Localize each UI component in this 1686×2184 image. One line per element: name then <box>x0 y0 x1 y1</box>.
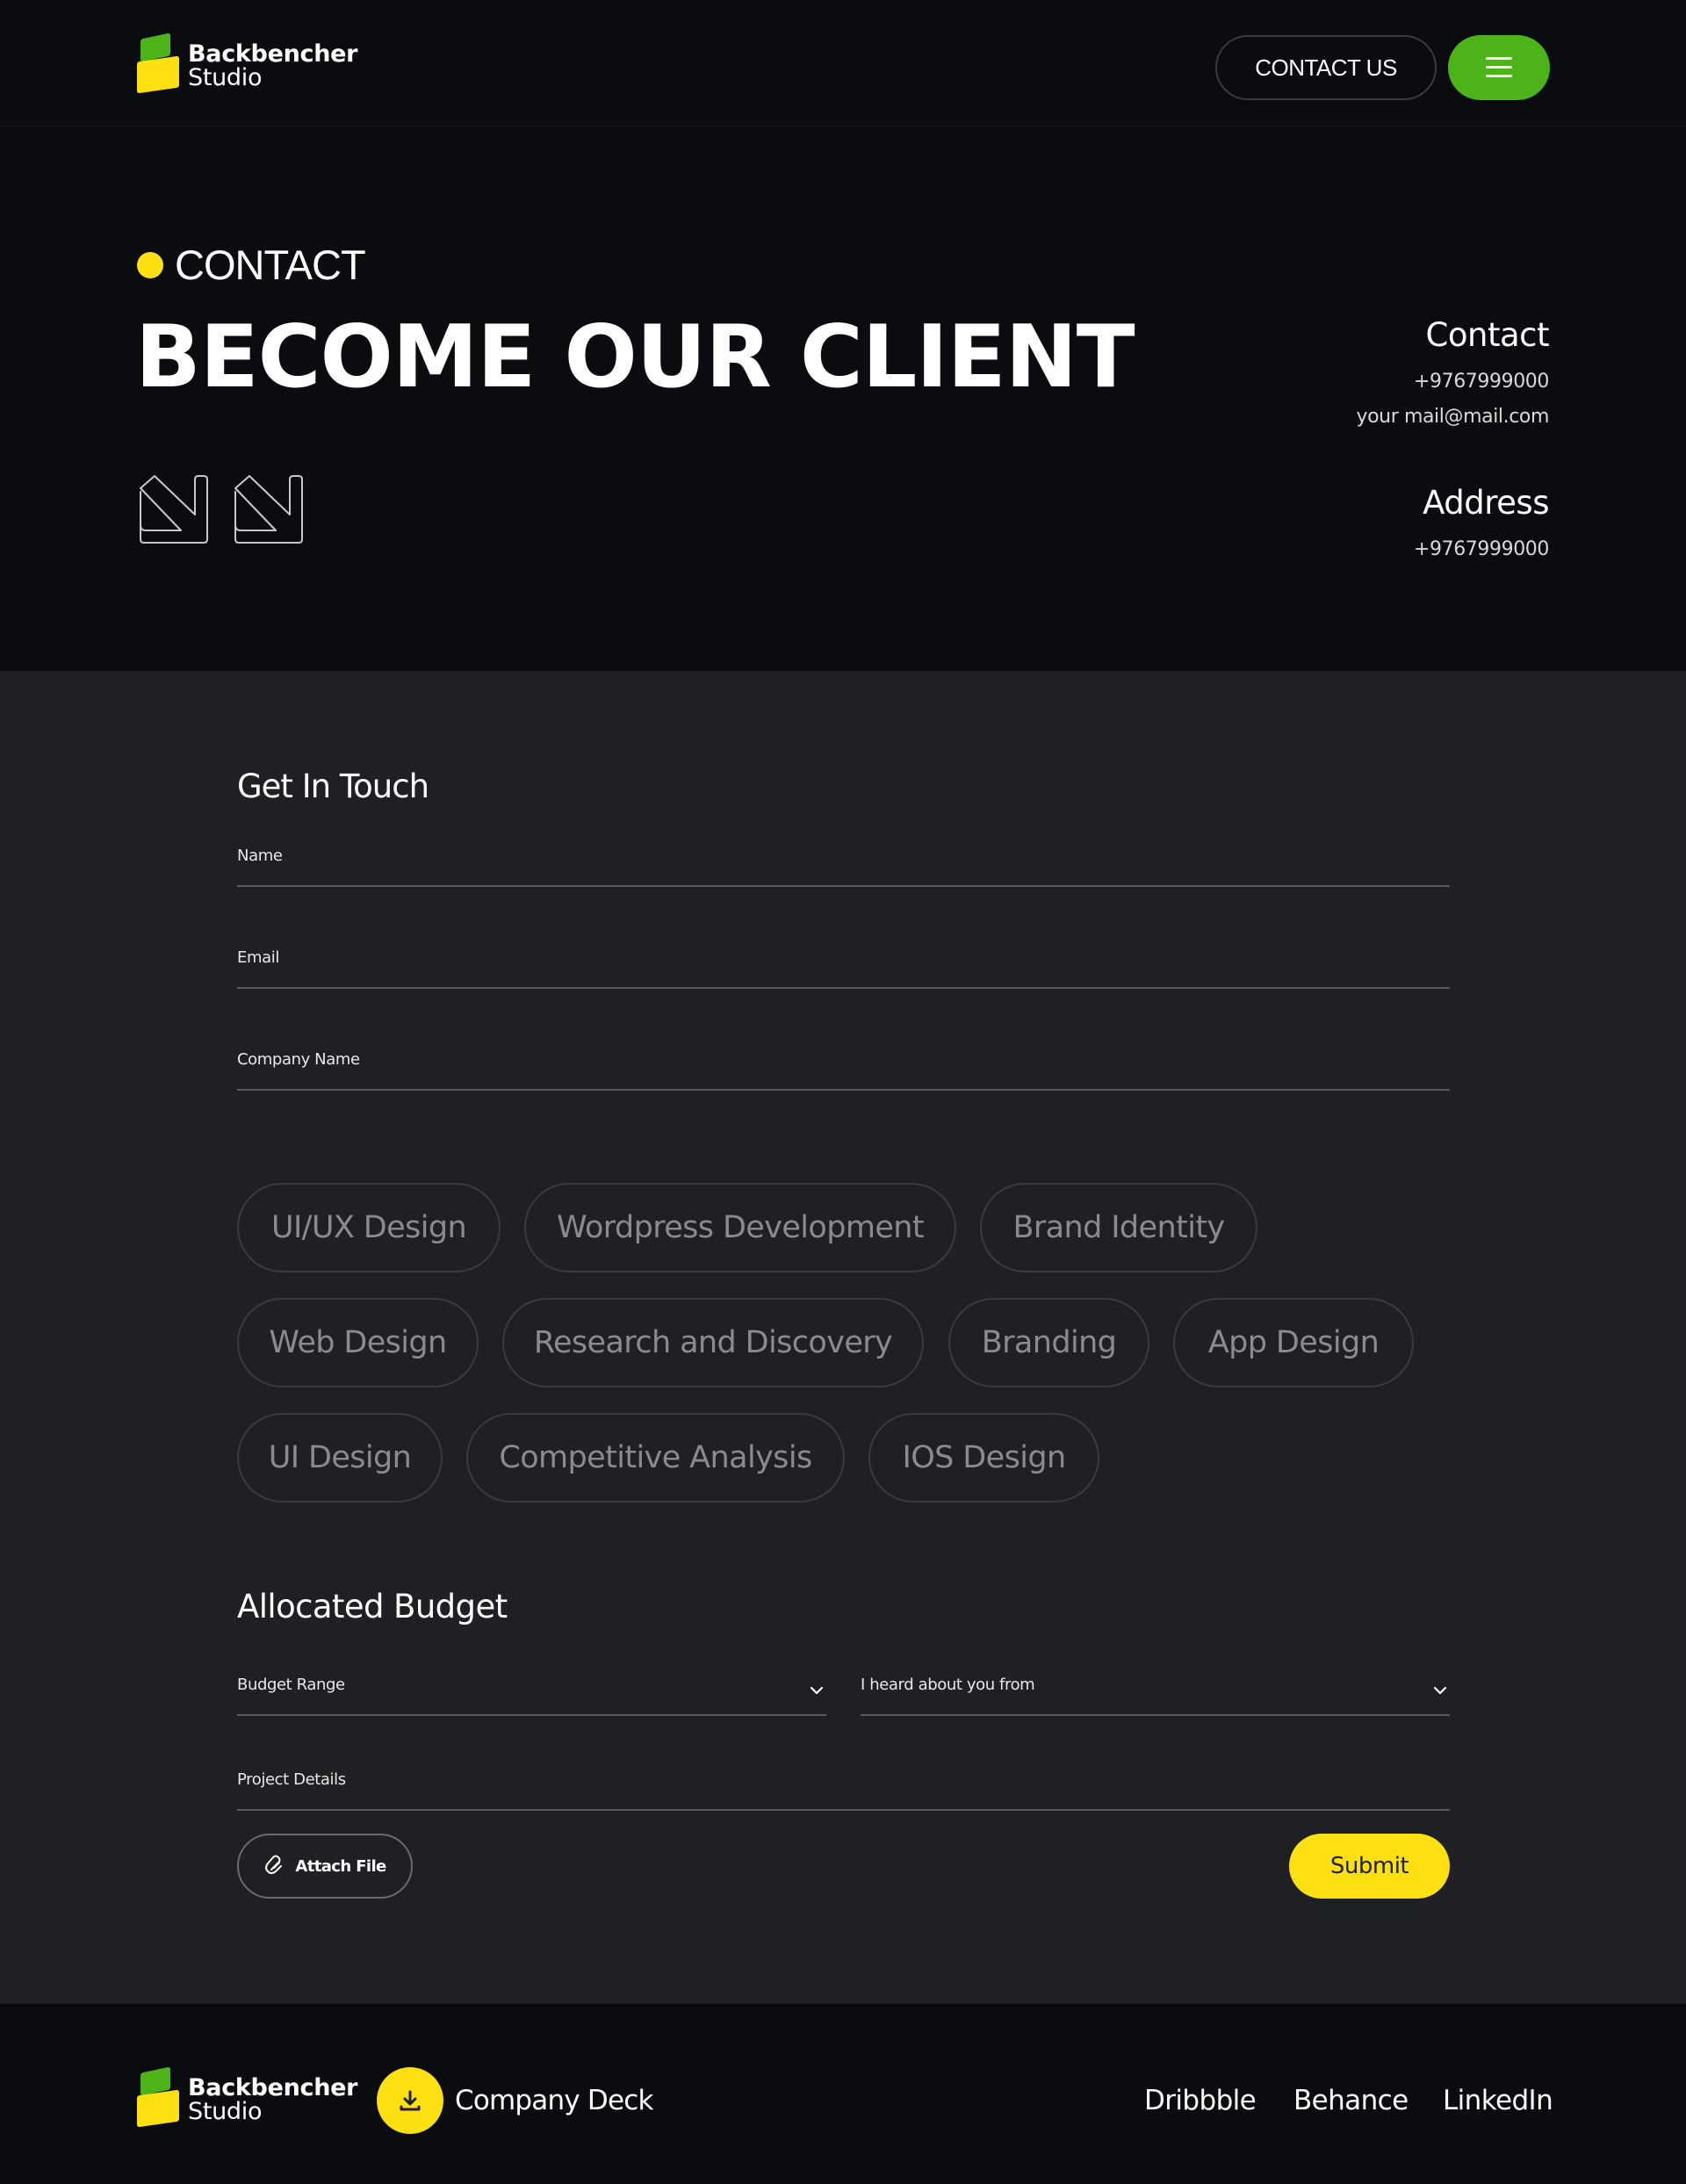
hamburger-icon <box>1486 57 1512 78</box>
brand-logo[interactable]: Backbencher Studio <box>137 32 357 96</box>
contact-email[interactable]: your mail@mail.com <box>1356 400 1549 435</box>
section-eyebrow: CONTACT <box>137 241 366 289</box>
contact-heading: Contact <box>1425 316 1550 354</box>
site-header: Backbencher Studio CONTACT US <box>0 0 1686 126</box>
page-title: BECOME OUR CLIENT <box>135 307 1135 407</box>
eyebrow-label: CONTACT <box>175 241 366 288</box>
yellow-dot-icon <box>137 251 163 278</box>
arrow-down-right-icon <box>234 475 303 544</box>
chevron-down-icon <box>810 1686 824 1695</box>
service-chip[interactable]: IOS Design <box>868 1413 1099 1503</box>
attach-file-label: Attach File <box>295 1856 386 1876</box>
service-chip[interactable]: UI/UX Design <box>237 1183 501 1272</box>
heard-from-label: I heard about you from <box>861 1676 1035 1694</box>
project-details-label: Project Details <box>237 1770 346 1789</box>
brand-name-line2: Studio <box>188 2098 263 2125</box>
attach-file-button[interactable]: Attach File <box>237 1834 413 1899</box>
name-field-label: Name <box>237 847 283 865</box>
download-icon <box>377 2067 443 2134</box>
footer-brand-logo[interactable]: Backbencher Studio <box>137 2066 357 2130</box>
get-in-touch-heading: Get In Touch <box>237 768 429 805</box>
site-footer: Backbencher Studio Company Deck Dribbble… <box>0 2004 1686 2184</box>
contact-form-section: Get In Touch Name Email Company Name UI/… <box>0 671 1686 2004</box>
heard-from-select[interactable]: I heard about you from <box>861 1676 1450 1716</box>
service-chip[interactable]: Competitive Analysis <box>466 1413 845 1503</box>
company-name-field-label: Company Name <box>237 1050 360 1069</box>
footer-brand-name: Backbencher Studio <box>188 2076 357 2123</box>
arrow-down-right-icon <box>140 475 208 544</box>
name-field[interactable]: Name <box>237 847 1450 887</box>
brand-name-line1: Backbencher <box>188 40 358 68</box>
hero-section: CONTACT BECOME OUR CLIENT Contact +97679… <box>0 126 1686 671</box>
submit-button[interactable]: Submit <box>1289 1834 1450 1899</box>
behance-link[interactable]: Behance <box>1293 2085 1409 2116</box>
email-field-label: Email <box>237 948 279 967</box>
project-details-field[interactable]: Project Details <box>237 1770 1450 1811</box>
address-heading: Address <box>1423 484 1549 522</box>
service-chip[interactable]: Wordpress Development <box>524 1183 956 1272</box>
budget-range-label: Budget Range <box>237 1676 345 1694</box>
allocated-budget-heading: Allocated Budget <box>237 1588 508 1625</box>
menu-button[interactable] <box>1448 35 1550 100</box>
logo-mark-icon <box>137 2066 186 2130</box>
linkedin-link[interactable]: LinkedIn <box>1443 2085 1553 2116</box>
service-chip[interactable]: UI Design <box>237 1413 443 1503</box>
brand-name-line1: Backbencher <box>188 2074 358 2101</box>
brand-name-line2: Studio <box>188 64 263 91</box>
budget-range-select[interactable]: Budget Range <box>237 1676 826 1716</box>
service-chip[interactable]: App Design <box>1173 1298 1414 1388</box>
contact-info-block: Contact +9767999000 your mail@mail.com A… <box>1356 316 1549 567</box>
brand-name: Backbencher Studio <box>188 42 357 90</box>
company-name-field[interactable]: Company Name <box>237 1050 1450 1091</box>
address-value: +9767999000 <box>1413 538 1549 560</box>
paperclip-icon <box>265 1855 283 1874</box>
service-chip[interactable]: Research and Discovery <box>502 1298 924 1388</box>
service-chip[interactable]: Web Design <box>237 1298 479 1388</box>
email-field[interactable]: Email <box>237 948 1450 989</box>
contact-us-button[interactable]: CONTACT US <box>1215 35 1437 100</box>
logo-mark-icon <box>137 32 186 96</box>
dribbble-link[interactable]: Dribbble <box>1144 2085 1257 2116</box>
company-deck-label: Company Deck <box>455 2085 653 2116</box>
service-chip[interactable]: Branding <box>948 1298 1149 1388</box>
chevron-down-icon <box>1433 1686 1447 1695</box>
company-deck-download[interactable]: Company Deck <box>377 2067 653 2134</box>
contact-phone[interactable]: +9767999000 <box>1356 364 1549 400</box>
service-chip[interactable]: Brand Identity <box>980 1183 1257 1272</box>
